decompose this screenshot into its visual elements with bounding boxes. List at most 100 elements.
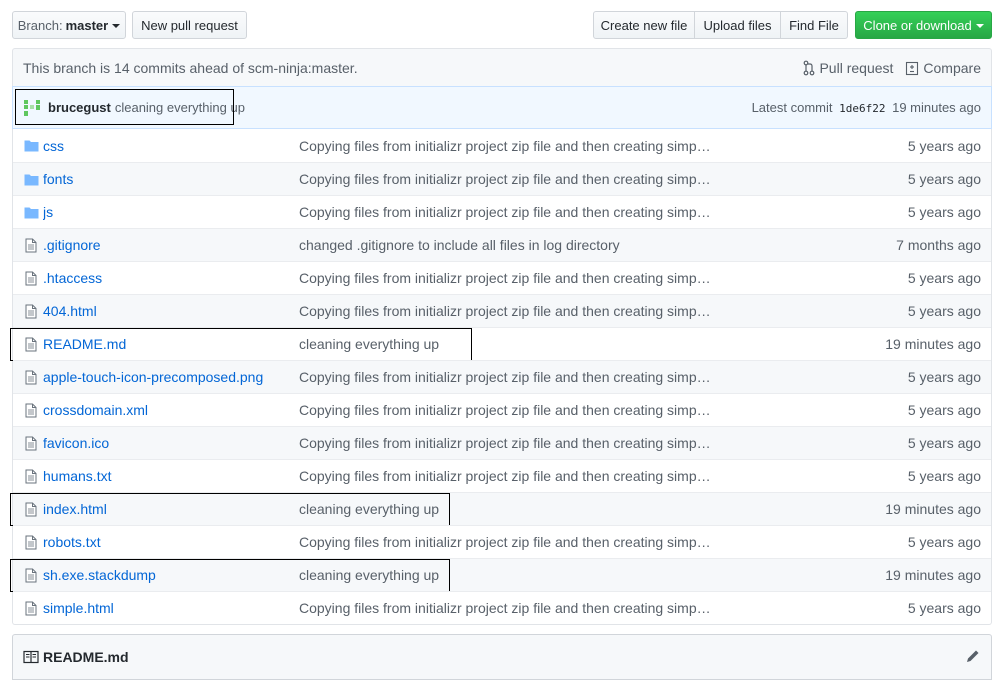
file-icon	[23, 370, 39, 385]
commit-age: 5 years ago	[907, 402, 981, 418]
diff-icon	[906, 61, 919, 75]
file-name-link[interactable]: simple.html	[43, 600, 299, 616]
file-name-link[interactable]: crossdomain.xml	[43, 402, 299, 418]
commit-age: 5 years ago	[907, 303, 981, 319]
file-list: css Copying files from initializr project…	[10, 129, 992, 625]
folder-icon	[23, 206, 39, 219]
find-file-button[interactable]: Find File	[780, 11, 848, 39]
commit-age: 5 years ago	[907, 204, 981, 220]
folder-icon	[23, 173, 39, 186]
file-name-link[interactable]: fonts	[43, 171, 299, 187]
commit-message-link[interactable]: cleaning everything up	[299, 336, 729, 352]
file-icon	[23, 337, 39, 352]
branch-info-bar: This branch is 14 commits ahead of scm-n…	[12, 48, 992, 87]
commit-age: 5 years ago	[907, 468, 981, 484]
file-name-link[interactable]: index.html	[43, 501, 299, 517]
file-name-link[interactable]: .htaccess	[43, 270, 299, 286]
pencil-icon[interactable]	[965, 648, 981, 667]
create-new-file-button[interactable]: Create new file	[593, 11, 695, 39]
book-icon	[23, 650, 39, 664]
table-row[interactable]: .gitignore changed .gitignore to include …	[13, 228, 991, 261]
file-name-link[interactable]: js	[43, 204, 299, 220]
commit-message-link[interactable]: Copying files from initializr project zi…	[299, 303, 729, 319]
commit-message-link[interactable]: Copying files from initializr project zi…	[299, 600, 729, 616]
table-row[interactable]: robots.txt Copying files from initializr …	[13, 525, 991, 558]
pull-request-label: Pull request	[819, 59, 894, 76]
commit-age: 5 years ago	[907, 534, 981, 550]
commit-message-link[interactable]: Copying files from initializr project zi…	[299, 138, 729, 154]
file-name-link[interactable]: README.md	[43, 336, 299, 352]
file-name-link[interactable]: sh.exe.stackdump	[43, 567, 299, 583]
file-icon	[23, 601, 39, 616]
caret-down-icon	[112, 24, 121, 28]
table-row[interactable]: crossdomain.xml Copying files from initia…	[13, 393, 991, 426]
commit-message-link[interactable]: Copying files from initializr project zi…	[299, 402, 729, 418]
file-name-link[interactable]: apple-touch-icon-precomposed.png	[43, 369, 299, 385]
branch-ahead-text: This branch is 14 commits ahead of scm-n…	[23, 59, 358, 76]
table-row[interactable]: humans.txt Copying files from initializr …	[13, 459, 991, 492]
file-name-link[interactable]: .gitignore	[43, 237, 299, 253]
file-icon	[23, 304, 39, 319]
table-row[interactable]: README.md cleaning everything up 19 minute…	[10, 327, 991, 361]
commit-message-link[interactable]: Copying files from initializr project zi…	[299, 435, 729, 451]
commit-message-link[interactable]: Copying files from initializr project zi…	[299, 171, 729, 187]
commit-message-link[interactable]: Copying files from initializr project zi…	[299, 369, 729, 385]
table-row[interactable]: sh.exe.stackdump cleaning everything up 19…	[10, 558, 991, 592]
folder-icon	[23, 139, 39, 152]
branch-prefix: Branch:	[17, 17, 63, 33]
commit-sha[interactable]: 1de6f22	[839, 102, 885, 115]
file-name-link[interactable]: robots.txt	[43, 534, 299, 550]
commit-age: 19 minutes ago	[885, 336, 981, 352]
commit-message-link[interactable]: Copying files from initializr project zi…	[299, 204, 729, 220]
upload-files-button[interactable]: Upload files	[694, 11, 781, 39]
table-row[interactable]: apple-touch-icon-precomposed.png Copying …	[13, 360, 991, 393]
caret-down-icon	[975, 24, 984, 28]
commit-age: 19 minutes ago	[892, 100, 981, 115]
commit-age: 7 months ago	[896, 237, 981, 253]
table-row[interactable]: 404.html Copying files from initializr pr…	[13, 294, 991, 327]
table-row[interactable]: css Copying files from initializr project…	[13, 129, 991, 162]
commit-age: 5 years ago	[907, 435, 981, 451]
table-row[interactable]: fonts Copying files from initializr proje…	[13, 162, 991, 195]
file-icon	[23, 271, 39, 286]
commit-age: 5 years ago	[907, 270, 981, 286]
file-name-link[interactable]: humans.txt	[43, 468, 299, 484]
commit-age: 19 minutes ago	[885, 567, 981, 583]
clone-or-download-button[interactable]: Clone or download	[855, 11, 992, 39]
file-icon	[23, 403, 39, 418]
commit-age: 5 years ago	[907, 137, 981, 154]
file-icon	[23, 436, 39, 451]
table-row[interactable]: favicon.ico Copying files from initializr…	[13, 426, 991, 459]
commit-message-link[interactable]: cleaning everything up	[299, 567, 729, 583]
file-name-link[interactable]: favicon.ico	[43, 435, 299, 451]
readme-title: README.md	[43, 649, 129, 665]
file-icon	[23, 502, 39, 517]
commit-message-link[interactable]: Copying files from initializr project zi…	[299, 270, 729, 286]
compare-link[interactable]: Compare	[905, 60, 981, 76]
file-name-link[interactable]: 404.html	[43, 303, 299, 319]
commit-message-link[interactable]: changed .gitignore to include all files …	[299, 237, 729, 253]
file-icon	[23, 535, 39, 550]
file-icon	[23, 238, 39, 253]
commit-message-link[interactable]: Copying files from initializr project zi…	[299, 534, 729, 550]
table-row[interactable]: .htaccess Copying files from initializr p…	[13, 261, 991, 294]
commit-age: 19 minutes ago	[885, 501, 981, 517]
commit-message-link[interactable]: Copying files from initializr project zi…	[299, 468, 729, 484]
new-pull-request-button[interactable]: New pull request	[132, 11, 247, 39]
git-pull-request-icon	[804, 60, 815, 75]
table-row[interactable]: js Copying files from initializr project …	[13, 195, 991, 228]
file-name-link[interactable]: css	[43, 138, 299, 154]
latest-commit-label: Latest commit	[751, 100, 833, 115]
commit-highlight-box	[15, 89, 234, 125]
branch-name: master	[65, 17, 109, 33]
latest-commit-info: Latest commit 1de6f22 19 minutes ago	[752, 100, 981, 115]
table-row[interactable]: simple.html Copying files from initializr…	[13, 591, 991, 624]
file-icon	[23, 469, 39, 484]
pull-request-link[interactable]: Pull request	[803, 60, 893, 76]
commit-age: 5 years ago	[907, 600, 981, 616]
commit-message-link[interactable]: cleaning everything up	[299, 501, 729, 517]
file-icon	[23, 568, 39, 583]
table-row[interactable]: index.html cleaning everything up 19 minut…	[10, 492, 991, 526]
commit-age: 5 years ago	[907, 369, 981, 385]
branch-select-button[interactable]: Branch: master	[12, 11, 126, 39]
